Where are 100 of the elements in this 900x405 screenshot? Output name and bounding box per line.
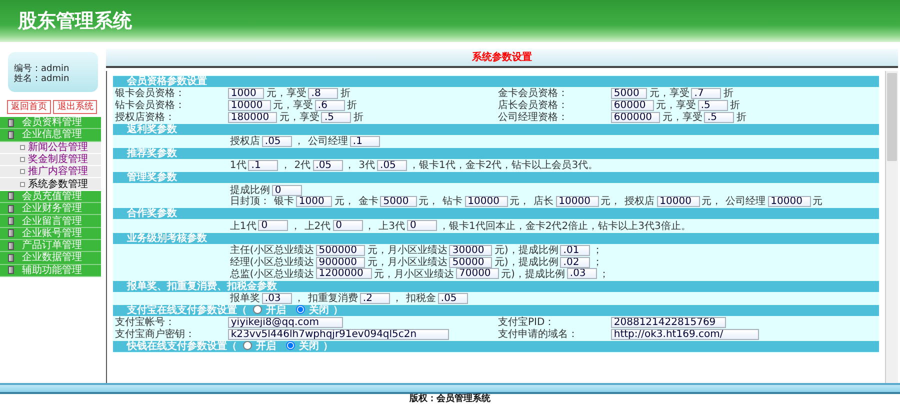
form-text: 总监(小区总业绩达 (230, 268, 314, 280)
nav-button[interactable]: 退出系统 (53, 100, 98, 114)
field-label: 支付宝商户密钥： (114, 328, 195, 340)
form-text: ， (392, 292, 402, 304)
user-info-text: 编号：admin (14, 64, 70, 74)
form-text: 元， (334, 196, 354, 208)
section-title: ） (323, 340, 333, 352)
form-text: 元， (600, 196, 621, 208)
nav-button[interactable]: 返回首页 (6, 100, 51, 114)
form-text: 2代 (294, 160, 311, 172)
form-text: ， (364, 220, 375, 232)
section-title: 支付宝在线支付参数设置（ (127, 304, 247, 316)
form-text: 元，月小区业绩达 (367, 245, 448, 256)
scrollbar[interactable] (885, 71, 898, 383)
form-text: 元， (702, 196, 722, 208)
field-label: 公司经理资格： (496, 112, 568, 123)
input-field[interactable]: .5 (698, 100, 728, 111)
radio-label: 关闭 (309, 304, 329, 316)
form-text: 金卡 (358, 196, 378, 208)
section-title: 返利奖参数 (127, 124, 177, 135)
form-text: 元，享受 (656, 100, 696, 112)
section-title: 管理奖参数 (127, 172, 177, 184)
form-text: 钻卡 (442, 196, 463, 208)
square-icon (8, 254, 14, 262)
section-title: ） (333, 304, 343, 316)
square-icon (8, 192, 14, 200)
copyright-text: 版权：会员管理系统 (410, 394, 490, 405)
form-text: 元，享受 (272, 100, 313, 112)
field-label: 银卡会员资格： (114, 88, 185, 100)
form-text: 元，月小区业绩达 (367, 256, 448, 268)
form-text: 元， (418, 196, 439, 208)
input-field[interactable]: .5 (704, 112, 734, 123)
input-field[interactable]: .1 (350, 136, 380, 147)
form-text: 元，享受 (266, 88, 306, 100)
form-text: 3代 (358, 160, 376, 172)
section-title: 合作奖参数 (127, 208, 177, 220)
form-text: 1代 (230, 160, 246, 172)
field-label: 授权店资格： (114, 112, 175, 123)
section-title: 报单奖、扣重复消费、扣税金参数 (127, 280, 277, 292)
radio-button[interactable] (296, 304, 305, 314)
form-text: 元，享受 (662, 112, 702, 123)
form-text: 元，享受 (649, 88, 690, 100)
field-label: 钻卡会员资格： (114, 100, 185, 111)
section-title: 推荐奖参数 (127, 148, 177, 160)
form-text: 上3代 (378, 220, 406, 232)
form-text: 折 (346, 100, 357, 112)
square-icon (8, 217, 14, 226)
form-text: 授权店 (624, 196, 655, 208)
form-text: 元， (510, 196, 530, 208)
bullet-icon (20, 157, 25, 162)
form-text: 折 (340, 88, 350, 100)
square-icon (8, 229, 14, 238)
form-text: 元 (812, 196, 823, 208)
radio-label: 关闭 (299, 340, 319, 352)
form-text: ， (294, 136, 304, 148)
user-info-text: 姓名：admin (14, 74, 70, 84)
form-text: 元)，提成比例 (494, 256, 558, 268)
form-text: 店长 (534, 196, 554, 208)
form-text: 上1代 (230, 220, 256, 232)
scrollbar-thumb[interactable] (887, 73, 897, 161)
page-title: 系统参数设置 (472, 50, 532, 65)
bullet-icon (20, 182, 25, 187)
form-text: 元，享受 (279, 112, 320, 123)
square-icon (8, 266, 14, 274)
form-text: 经理(小区总业绩达 (230, 256, 314, 268)
input-field[interactable]: .5 (321, 112, 352, 123)
form-text: ， (294, 292, 304, 304)
square-icon (8, 242, 14, 250)
field-label: 金卡会员资格： (496, 88, 568, 100)
form-text: 银卡 (274, 196, 294, 208)
bullet-icon (20, 144, 25, 150)
form-text: 元，月小区业绩达 (374, 268, 454, 280)
radio-button[interactable] (286, 340, 295, 350)
form-text: 元)，提成比例 (494, 245, 558, 256)
form-text: 主任(小区总业绩达 (230, 245, 314, 256)
field-label: 支付宝帐号： (114, 317, 175, 328)
radio-label: 开启 (266, 304, 286, 316)
form-text: ， (280, 160, 290, 172)
field-label: 支付宝PID： (496, 317, 555, 328)
form-text: ； (598, 268, 609, 280)
form-text: 上2代 (304, 220, 331, 232)
square-icon (8, 204, 14, 213)
radio-button[interactable] (243, 340, 252, 350)
input-field[interactable]: .1 (248, 160, 278, 172)
form-text: 授权店 (230, 136, 260, 148)
form-text: 报单奖 (230, 292, 260, 304)
section-title: 会员资格参数设置 (127, 76, 207, 87)
form-text: 折 (730, 100, 740, 112)
bullet-icon (20, 169, 25, 174)
square-icon (8, 118, 14, 127)
form-text: ， (344, 160, 355, 172)
form-text: 扣重复消费 (308, 292, 358, 304)
radio-button[interactable] (253, 304, 262, 314)
form-text: 折 (353, 112, 364, 123)
form-text: ，银卡1代，金卡2代，钻卡以上会员3代。 (409, 160, 598, 172)
form-text: ； (592, 256, 602, 268)
form-text: 公司经理 (308, 136, 348, 148)
form-text: ； (592, 245, 602, 256)
section-title: 快钱在线支付参数设置（ (127, 340, 237, 352)
input-field[interactable]: .7 (691, 88, 722, 100)
